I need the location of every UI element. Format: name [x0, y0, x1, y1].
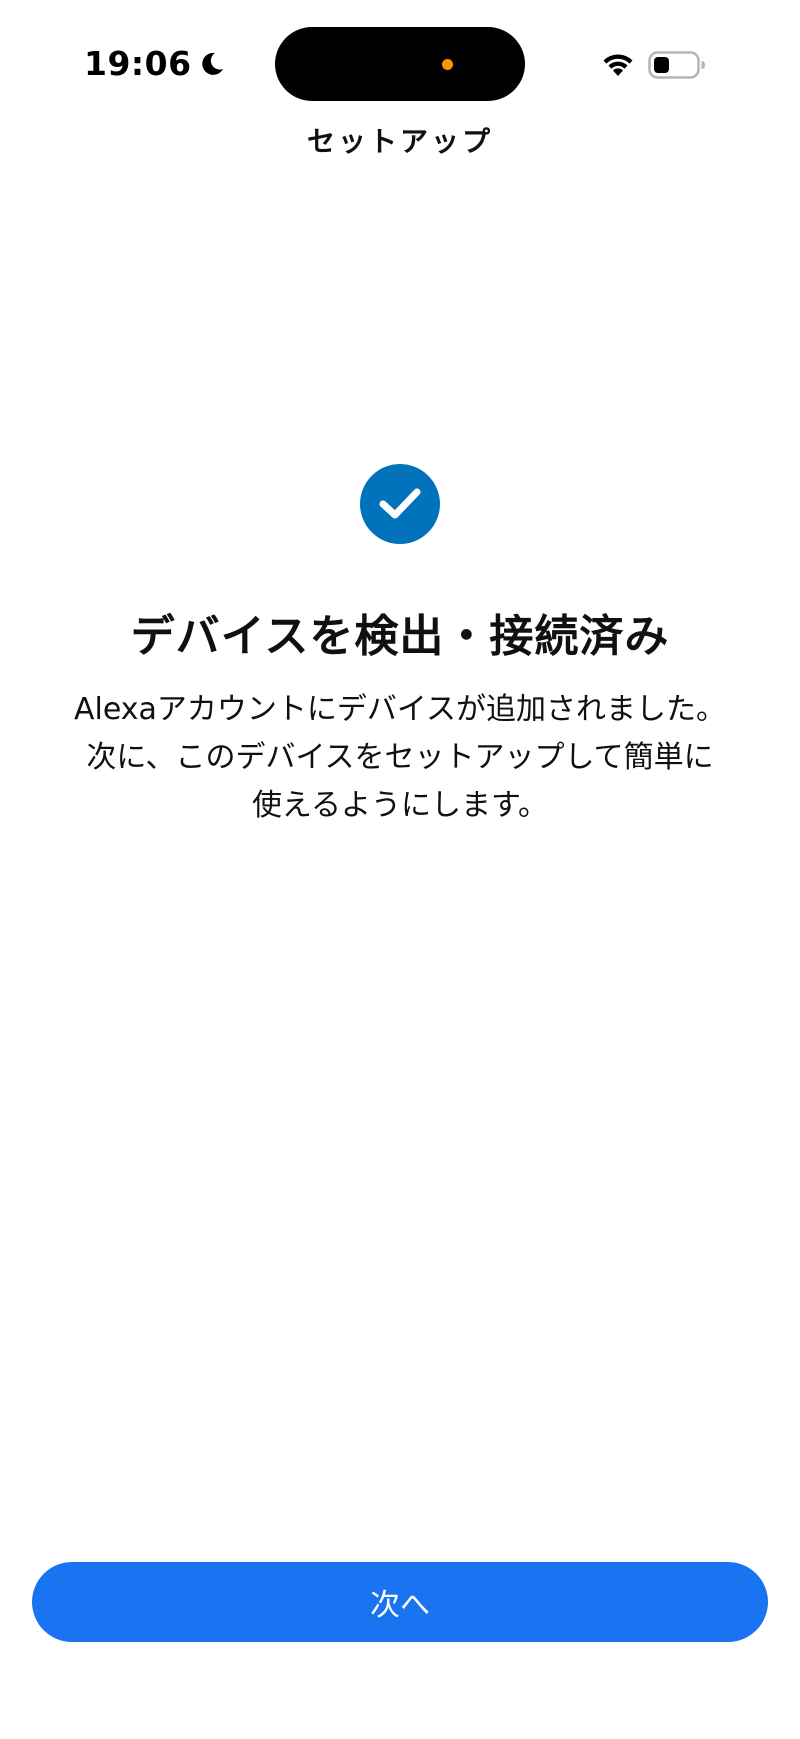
checkmark-icon [379, 488, 421, 519]
success-description: Alexaアカウントにデバイスが追加されました。 次に、このデバイスをセットアッ… [40, 686, 760, 830]
battery-icon [648, 51, 705, 79]
page-title: セットアップ [306, 125, 493, 158]
status-bar: 19:06 [0, 0, 800, 130]
description-line: 使えるようにします。 [251, 788, 549, 823]
camera-indicator-dot [442, 59, 453, 70]
status-time-text: 19:06 [84, 44, 192, 83]
checkmark-circle-icon [360, 464, 440, 544]
dynamic-island [275, 27, 525, 101]
description-line: 次に、このデバイスをセットアップして簡単に [86, 740, 714, 775]
status-time: 19:06 [84, 44, 226, 83]
success-heading: デバイスを検出・接続済み [130, 611, 670, 662]
description-line: Alexaアカウントにデバイスが追加されました。 [73, 692, 727, 727]
next-button[interactable]: 次へ [32, 1562, 768, 1642]
wifi-icon [603, 54, 633, 76]
moon-icon [201, 52, 223, 75]
